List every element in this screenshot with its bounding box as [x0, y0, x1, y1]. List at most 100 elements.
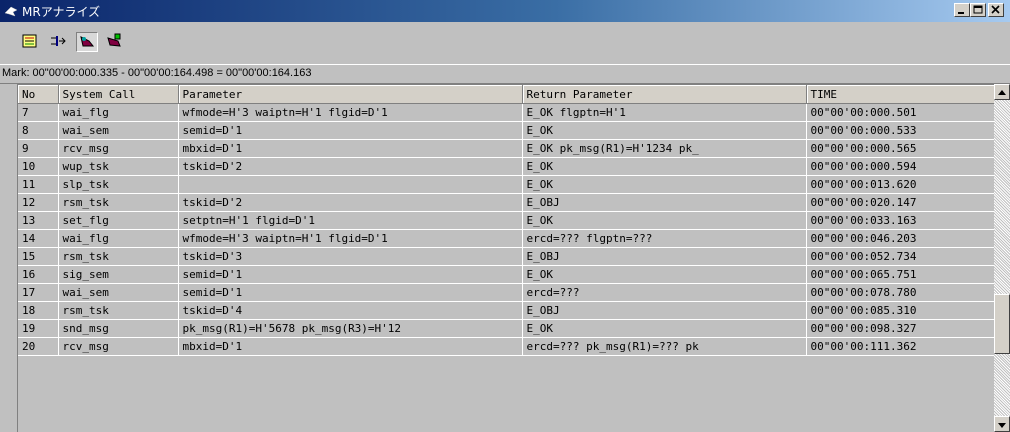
cell-parameter: tskid=D'4	[178, 301, 523, 320]
cell-no: 9	[18, 139, 59, 158]
table-row[interactable]: 20 rcv_msg mbxid=D'1 ercd=??? pk_msg(R1)=??…	[18, 337, 994, 356]
scroll-up-icon	[998, 90, 1006, 95]
scroll-down-button[interactable]	[994, 416, 1010, 432]
cell-time: 00"00'00:000.565	[806, 139, 994, 158]
cell-parameter	[178, 175, 523, 194]
cell-return-parameter: E_OK	[522, 157, 807, 176]
settings-button[interactable]	[104, 32, 126, 52]
column-header-time[interactable]: TIME	[806, 85, 994, 104]
cell-time: 00"00'00:000.594	[806, 157, 994, 176]
cell-no: 10	[18, 157, 59, 176]
maximize-button[interactable]	[970, 3, 986, 17]
cell-parameter: semid=D'1	[178, 283, 523, 302]
table-row[interactable]: 8 wai_sem semid=D'1 E_OK 00"00'00:000.533	[18, 121, 994, 140]
cell-time: 00"00'00:046.203	[806, 229, 994, 248]
cell-no: 8	[18, 121, 59, 140]
mark-range-text: Mark: 00"00'00:000.335 - 00"00'00:164.49…	[2, 67, 312, 79]
split-view-icon	[51, 36, 66, 46]
vertical-scrollbar[interactable]	[994, 84, 1010, 432]
cell-return-parameter: E_OK	[522, 121, 807, 140]
row-gutter	[0, 84, 18, 432]
column-header-no[interactable]: No	[18, 85, 59, 104]
scroll-down-icon	[998, 423, 1006, 428]
cell-time: 00"00'00:065.751	[806, 265, 994, 284]
table-row[interactable]: 17 wai_sem semid=D'1 ercd=??? 00"00'00:078.7…	[18, 283, 994, 302]
cell-parameter: semid=D'1	[178, 121, 523, 140]
table-row[interactable]: 13 set_flg setptn=H'1 flgid=D'1 E_OK 00"00'0…	[18, 211, 994, 230]
column-header-parameter[interactable]: Parameter	[178, 85, 523, 104]
close-icon	[991, 5, 1000, 14]
cell-time: 00"00'00:020.147	[806, 193, 994, 212]
cell-time: 00"00'00:098.327	[806, 319, 994, 338]
cell-parameter: mbxid=D'1	[178, 139, 523, 158]
minimize-icon	[958, 12, 964, 14]
cell-time: 00"00'00:078.780	[806, 283, 994, 302]
cell-system-call: rsm_tsk	[58, 193, 179, 212]
cell-no: 18	[18, 301, 59, 320]
mark-status-bar: Mark: 00"00'00:000.335 - 00"00'00:164.49…	[0, 64, 1010, 84]
cell-parameter: setptn=H'1 flgid=D'1	[178, 211, 523, 230]
cell-parameter: pk_msg(R1)=H'5678 pk_msg(R3)=H'12	[178, 319, 523, 338]
cell-no: 20	[18, 337, 59, 356]
split-view-button[interactable]	[48, 32, 70, 52]
column-header-system-call[interactable]: System Call	[58, 85, 179, 104]
cell-time: 00"00'00:013.620	[806, 175, 994, 194]
cell-return-parameter: ercd=??? pk_msg(R1)=??? pk	[522, 337, 807, 356]
table-row[interactable]: 19 snd_msg pk_msg(R1)=H'5678 pk_msg(R3)=H'…	[18, 319, 994, 338]
cell-time: 00"00'00:085.310	[806, 301, 994, 320]
cell-return-parameter: E_OK	[522, 319, 807, 338]
cell-time: 00"00'00:052.734	[806, 247, 994, 266]
cell-return-parameter: ercd=???	[522, 283, 807, 302]
cell-system-call: sig_sem	[58, 265, 179, 284]
analyzer-window: MRアナライズ Mark: 00"00'00:000.335 - 00"00'0…	[0, 0, 1010, 432]
table-row[interactable]: 16 sig_sem semid=D'1 E_OK 00"00'00:065.751	[18, 265, 994, 284]
cell-parameter: mbxid=D'1	[178, 337, 523, 356]
cell-system-call: set_flg	[58, 211, 179, 230]
cell-parameter: tskid=D'2	[178, 157, 523, 176]
table-row[interactable]: 18 rsm_tsk tskid=D'4 E_OBJ 00"00'00:085.310	[18, 301, 994, 320]
cell-system-call: slp_tsk	[58, 175, 179, 194]
trace-table: No System Call Parameter Return Paramete…	[18, 84, 994, 432]
table-row[interactable]: 10 wup_tsk tskid=D'2 E_OK 00"00'00:000.594	[18, 157, 994, 176]
cell-system-call: wai_flg	[58, 229, 179, 248]
scrollbar-track[interactable]	[994, 100, 1010, 416]
maximize-icon	[973, 5, 983, 14]
table-row[interactable]: 12 rsm_tsk tskid=D'2 E_OBJ 00"00'00:020.147	[18, 193, 994, 212]
analyze-button[interactable]	[76, 32, 98, 52]
cell-time: 00"00'00:000.501	[806, 103, 994, 122]
table-row[interactable]: 7 wai_flg wfmode=H'3 waiptn=H'1 flgid=D'1 E…	[18, 103, 994, 122]
title-bar[interactable]: MRアナライズ	[0, 0, 1010, 22]
scrollbar-thumb[interactable]	[994, 294, 1010, 354]
cell-no: 14	[18, 229, 59, 248]
cell-system-call: wup_tsk	[58, 157, 179, 176]
cell-return-parameter: E_OK	[522, 211, 807, 230]
table-row[interactable]: 9 rcv_msg mbxid=D'1 E_OK pk_msg(R1)=H'1234 …	[18, 139, 994, 158]
cell-no: 7	[18, 103, 59, 122]
table-row[interactable]: 11 slp_tsk E_OK 00"00'00:013.620	[18, 175, 994, 194]
cell-return-parameter: E_OBJ	[522, 301, 807, 320]
cell-return-parameter: ercd=??? flgptn=???	[522, 229, 807, 248]
table-row[interactable]: 14 wai_flg wfmode=H'3 waiptn=H'1 flgid=D'1…	[18, 229, 994, 248]
cell-system-call: wai_sem	[58, 121, 179, 140]
cell-time: 00"00'00:111.362	[806, 337, 994, 356]
cell-parameter: tskid=D'3	[178, 247, 523, 266]
column-header-return-parameter[interactable]: Return Parameter	[522, 85, 807, 104]
scroll-up-button[interactable]	[994, 84, 1010, 100]
cell-no: 19	[18, 319, 59, 338]
table-header-row: No System Call Parameter Return Paramete…	[18, 85, 994, 104]
cell-return-parameter: E_OBJ	[522, 247, 807, 266]
close-button[interactable]	[988, 3, 1004, 17]
cell-parameter: semid=D'1	[178, 265, 523, 284]
cell-system-call: rsm_tsk	[58, 247, 179, 266]
cell-parameter: wfmode=H'3 waiptn=H'1 flgid=D'1	[178, 103, 523, 122]
cell-no: 15	[18, 247, 59, 266]
cell-no: 17	[18, 283, 59, 302]
trace-view-button[interactable]	[20, 32, 42, 52]
cell-no: 12	[18, 193, 59, 212]
cell-system-call: rcv_msg	[58, 337, 179, 356]
cell-system-call: wai_flg	[58, 103, 179, 122]
cell-return-parameter: E_OK	[522, 175, 807, 194]
settings-icon	[107, 33, 121, 47]
table-row[interactable]: 15 rsm_tsk tskid=D'3 E_OBJ 00"00'00:052.734	[18, 247, 994, 266]
minimize-button[interactable]	[954, 3, 970, 17]
